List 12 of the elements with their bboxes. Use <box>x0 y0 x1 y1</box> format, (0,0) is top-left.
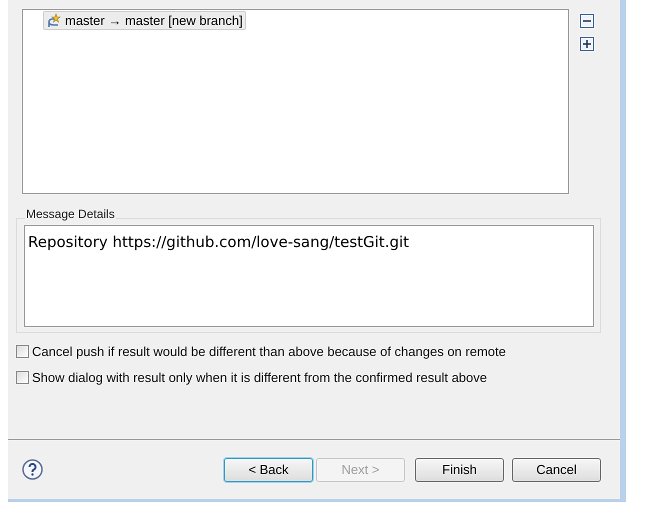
branch-icon <box>46 12 62 28</box>
checkbox[interactable] <box>16 345 29 358</box>
checkbox-label: Cancel push if result would be different than above because of changes on remote <box>32 343 506 361</box>
help-icon[interactable] <box>22 459 43 480</box>
dialog-button[interactable]: Cancel <box>512 458 601 482</box>
collapse-all-icon[interactable] <box>580 14 594 28</box>
message-text-area[interactable]: Repository https://github.com/love-sang/testGit.git <box>24 225 594 327</box>
expand-all-icon[interactable] <box>580 37 594 51</box>
checkbox[interactable] <box>16 370 29 384</box>
dialog-button[interactable]: < Back <box>224 458 313 482</box>
dialog-button[interactable]: Finish <box>415 458 504 482</box>
checkbox-label: Show dialog with result only when it is different from the confirmed result above <box>32 368 487 387</box>
